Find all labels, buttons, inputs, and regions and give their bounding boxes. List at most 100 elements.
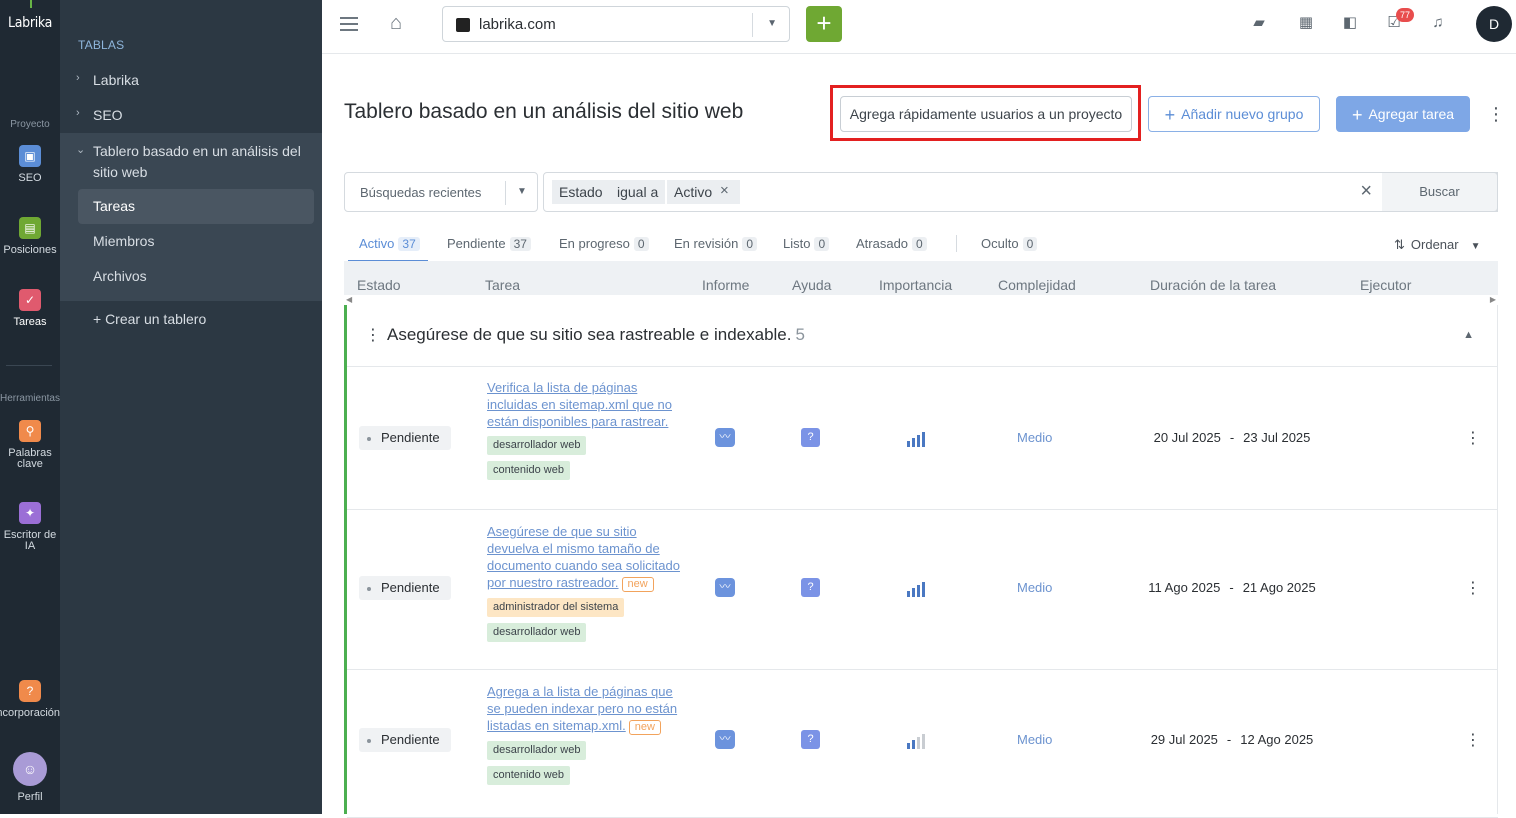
column-header-duration[interactable]: Duración de la tarea <box>1150 277 1276 293</box>
horizontal-scrollbar[interactable]: ◀ ▶ <box>344 295 1498 305</box>
rail-item-ai-writer[interactable]: ✦ Escritor de IA <box>0 502 60 552</box>
status-label: Pendiente <box>381 430 440 445</box>
importance-bar <box>917 737 920 749</box>
bell-icon[interactable]: ♫ <box>1429 14 1447 32</box>
tab-done[interactable]: Listo 0 <box>783 236 830 251</box>
chevron-down-icon: ▼ <box>767 18 777 29</box>
column-header-report[interactable]: Informe <box>702 277 749 293</box>
task-cell: Verifica la lista de páginas incluidas e… <box>487 379 687 480</box>
check-icon: ✓ <box>19 289 41 311</box>
column-header-assignee[interactable]: Ejecutor <box>1360 277 1411 293</box>
add-group-button[interactable]: + Añadir nuevo grupo <box>1148 96 1320 132</box>
tag-badge[interactable]: contenido web <box>487 461 570 480</box>
row-menu-icon[interactable]: ⋮ <box>1465 428 1481 448</box>
rail-item-positions[interactable]: ▤ Posiciones <box>0 217 60 256</box>
sidebar-item-labrika[interactable]: › Labrika <box>60 72 322 92</box>
collapse-icon[interactable]: ▲ <box>1463 329 1474 341</box>
tab-count: 0 <box>912 237 927 251</box>
table-header: Estado Tarea Informe Ayuda Importancia C… <box>344 261 1498 295</box>
status-badge[interactable]: Pendiente <box>359 728 451 752</box>
report-chart-icon[interactable]: 〰 <box>715 578 735 597</box>
search-button[interactable]: Buscar <box>1382 172 1498 212</box>
help-icon[interactable]: ? <box>801 730 820 749</box>
group-title-text: Asegúrese de que su sitio sea rastreable… <box>387 325 792 344</box>
user-avatar[interactable]: D <box>1476 6 1512 42</box>
report-chart-icon[interactable]: 〰 <box>715 730 735 749</box>
duration-separator: - <box>1229 430 1235 445</box>
briefcase-icon[interactable]: ▰ <box>1250 14 1268 32</box>
rail-item-tasks[interactable]: ✓ Tareas <box>0 289 60 328</box>
filter-input[interactable]: Estado igual a Activo × × <box>543 172 1498 212</box>
rail-item-profile[interactable]: ☺ Perfil <box>0 752 60 803</box>
plus-icon: + <box>1351 105 1363 125</box>
help-icon[interactable]: ? <box>801 578 820 597</box>
tag-badge[interactable]: administrador del sistema <box>487 598 625 617</box>
duration-start: 11 Ago 2025 <box>1148 580 1221 595</box>
tab-label: Activo <box>359 236 395 251</box>
clear-filter-icon[interactable]: × <box>1360 180 1372 203</box>
home-icon[interactable]: ⌂ <box>390 12 402 35</box>
tab-overdue[interactable]: Atrasado 0 <box>856 236 927 251</box>
tab-count: 0 <box>814 237 830 251</box>
rail-item-onboarding[interactable]: ? Incorporación <box>0 680 60 719</box>
rail-item-keywords[interactable]: ⚲ Palabras clave <box>0 420 60 470</box>
sidebar-subitem-tasks[interactable]: Tareas <box>78 189 314 224</box>
more-options-icon[interactable]: ⋮ <box>1487 104 1505 125</box>
rail-divider <box>6 365 52 366</box>
column-header-help[interactable]: Ayuda <box>792 277 831 293</box>
quick-add-users-button[interactable]: Agrega rápidamente usuarios a un proyect… <box>840 96 1132 132</box>
add-task-button[interactable]: + Agregar tarea <box>1336 96 1470 132</box>
filter-chip-operator[interactable]: igual a <box>610 180 666 204</box>
report-chart-icon[interactable]: 〰 <box>715 428 735 447</box>
tab-active[interactable]: Activo 37 <box>359 236 420 251</box>
duration-end: 21 Ago 2025 <box>1242 580 1316 595</box>
row-menu-icon[interactable]: ⋮ <box>1465 730 1481 750</box>
tab-label: Atrasado <box>856 236 909 251</box>
filter-chip-field[interactable]: Estado <box>552 180 610 204</box>
sidebar-item-seo[interactable]: › SEO <box>60 107 322 127</box>
column-header-importance[interactable]: Importancia <box>879 277 952 293</box>
menu-icon[interactable] <box>340 17 358 31</box>
importance-bar <box>907 743 910 749</box>
scroll-right-icon[interactable]: ▶ <box>1490 295 1496 304</box>
help-icon[interactable]: ? <box>801 428 820 447</box>
sidebar-subitem-files[interactable]: Archivos <box>78 259 314 294</box>
task-link[interactable]: Verifica la lista de páginas incluidas e… <box>487 380 672 429</box>
column-header-complexity[interactable]: Complejidad <box>998 277 1076 293</box>
calendar-icon[interactable]: ▦ <box>1297 14 1315 32</box>
group-menu-icon[interactable]: ⋮ <box>365 325 381 345</box>
tab-in-review[interactable]: En revisión 0 <box>674 236 757 251</box>
sort-dropdown[interactable]: ⇅ Ordenar ▼ <box>1394 237 1481 253</box>
status-badge[interactable]: Pendiente <box>359 426 451 450</box>
tab-pending[interactable]: Pendiente 37 <box>447 236 531 251</box>
tab-in-progress[interactable]: En progreso 0 <box>559 236 649 251</box>
site-selector[interactable]: labrika.com ▼ <box>442 6 790 42</box>
row-menu-icon[interactable]: ⋮ <box>1465 578 1481 598</box>
column-header-status[interactable]: Estado <box>357 277 401 293</box>
rail-item-label: Tareas <box>13 316 47 328</box>
tag-badge[interactable]: contenido web <box>487 766 570 785</box>
task-cell: Agrega a la lista de páginas que se pued… <box>487 683 687 785</box>
filter-chip-value[interactable]: Activo <box>667 180 741 204</box>
create-board-link[interactable]: + Crear un tablero <box>93 311 206 327</box>
divider <box>505 181 506 205</box>
tag-badge[interactable]: desarrollador web <box>487 436 587 455</box>
recent-searches-dropdown[interactable]: Búsquedas recientes ▼ <box>344 172 538 212</box>
tag-badge[interactable]: desarrollador web <box>487 623 587 642</box>
chat-icon[interactable]: ◧ <box>1341 14 1359 32</box>
scroll-left-icon[interactable]: ◀ <box>346 295 352 304</box>
tab-hidden[interactable]: Oculto 0 <box>981 236 1038 251</box>
sidebar-subitem-members[interactable]: Miembros <box>78 224 314 259</box>
status-badge[interactable]: Pendiente <box>359 576 451 600</box>
add-button[interactable]: + <box>806 6 842 42</box>
table-row: Pendiente Asegúrese de que su sitio devue… <box>347 510 1498 670</box>
status-label: Pendiente <box>381 580 440 595</box>
chip-close-icon[interactable]: × <box>720 182 729 199</box>
column-header-task[interactable]: Tarea <box>485 277 520 293</box>
importance-bar <box>907 591 910 597</box>
logo[interactable]: Labrika <box>8 15 52 31</box>
rail-item-seo[interactable]: ▣ SEO <box>0 145 60 184</box>
sidebar-item-board[interactable]: ⌄ Tablero basado en un análisis del siti… <box>60 141 322 185</box>
tag-badge[interactable]: desarrollador web <box>487 741 587 760</box>
group-header[interactable]: ⋮ Asegúrese de que su sitio sea rastreab… <box>347 305 1498 367</box>
